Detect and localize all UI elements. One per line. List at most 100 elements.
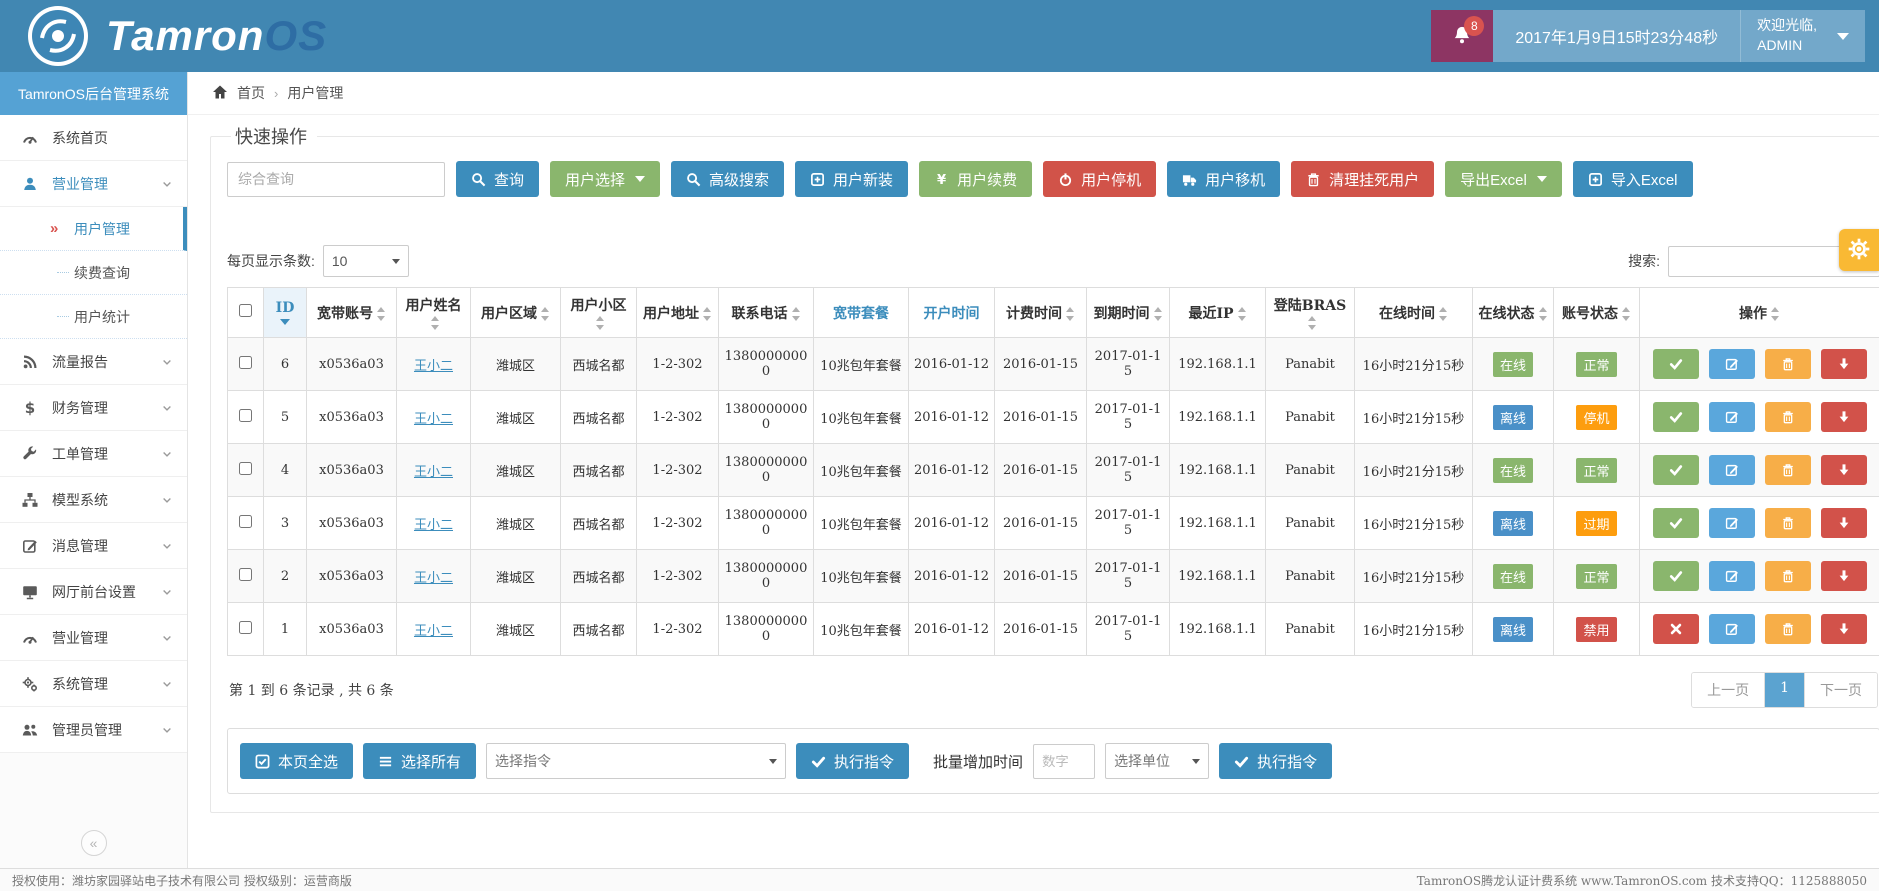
quick-button-导入Excel[interactable]: 导入Excel	[1573, 161, 1693, 197]
sidebar-subitem-用户统计[interactable]: 用户统计	[0, 295, 187, 339]
column-header-操作[interactable]: 操作	[1640, 288, 1879, 338]
column-header-在线时间[interactable]: 在线时间	[1355, 288, 1473, 338]
column-header-最近IP[interactable]: 最近IP	[1170, 288, 1266, 338]
sidebar-collapse-button[interactable]: «	[81, 830, 107, 856]
column-header-ID[interactable]: ID	[264, 288, 307, 338]
select-all-button[interactable]: 选择所有	[363, 743, 476, 779]
row-checkbox[interactable]	[239, 462, 252, 475]
enable-user-button[interactable]	[1653, 508, 1699, 538]
sidebar-subitem-label: 用户管理	[74, 219, 130, 239]
select-page-button[interactable]: 本页全选	[240, 743, 353, 779]
column-header-在线状态[interactable]: 在线状态	[1473, 288, 1554, 338]
next-page-button[interactable]: 下一页	[1805, 673, 1877, 707]
sort-icon	[1538, 307, 1548, 321]
column-header-联系电话[interactable]: 联系电话	[719, 288, 814, 338]
edit-user-button[interactable]	[1709, 561, 1755, 591]
column-header-登陆BRAS[interactable]: 登陆BRAS	[1266, 288, 1355, 338]
edit-user-button[interactable]	[1709, 349, 1755, 379]
column-header-宽带账号[interactable]: 宽带账号	[307, 288, 397, 338]
column-header-宽带套餐[interactable]: 宽带套餐	[814, 288, 909, 338]
combined-query-input[interactable]	[227, 162, 445, 197]
download-user-button[interactable]	[1821, 402, 1867, 432]
sidebar-item-系统首页[interactable]: 系统首页	[0, 115, 187, 161]
quick-button-高级搜索[interactable]: 高级搜索	[671, 161, 784, 197]
sidebar-item-营业管理[interactable]: 营业管理	[0, 161, 187, 207]
sidebar-subitem-续费查询[interactable]: 续费查询	[0, 251, 187, 295]
per-page-select[interactable]: 10	[323, 245, 409, 277]
select-all-checkbox[interactable]	[239, 304, 252, 317]
row-checkbox[interactable]	[239, 409, 252, 422]
user-menu[interactable]: 欢迎光临, ADMIN	[1741, 10, 1865, 62]
sidebar-item-系统管理[interactable]: 系统管理	[0, 661, 187, 707]
edit-user-button[interactable]	[1709, 455, 1755, 485]
sidebar-item-消息管理[interactable]: 消息管理	[0, 523, 187, 569]
sidebar-item-网厅前台设置[interactable]: 网厅前台设置	[0, 569, 187, 615]
enable-user-button[interactable]	[1653, 402, 1699, 432]
user-name-link[interactable]: 王小二	[414, 624, 453, 639]
enable-user-button[interactable]	[1653, 455, 1699, 485]
delete-user-button[interactable]	[1765, 508, 1811, 538]
delete-user-button[interactable]	[1765, 614, 1811, 644]
user-name-link[interactable]: 王小二	[414, 359, 453, 374]
quick-button-用户选择[interactable]: 用户选择	[550, 161, 660, 197]
delete-user-button[interactable]	[1765, 561, 1811, 591]
enable-user-button[interactable]	[1653, 561, 1699, 591]
sidebar-subitem-用户管理[interactable]: »用户管理	[0, 207, 187, 251]
sidebar-item-管理员管理[interactable]: 管理员管理	[0, 707, 187, 753]
unit-select[interactable]: 选择单位	[1105, 743, 1209, 779]
sidebar-item-工单管理[interactable]: 工单管理	[0, 431, 187, 477]
quick-button-导出Excel[interactable]: 导出Excel	[1445, 161, 1562, 197]
user-name-link[interactable]: 王小二	[414, 465, 453, 480]
execute-command-button[interactable]: 执行指令	[796, 743, 909, 779]
download-user-button[interactable]	[1821, 508, 1867, 538]
download-user-button[interactable]	[1821, 349, 1867, 379]
row-checkbox[interactable]	[239, 515, 252, 528]
notifications-button[interactable]: 8	[1431, 10, 1493, 62]
edit-user-button[interactable]	[1709, 402, 1755, 432]
column-header-用户地址[interactable]: 用户地址	[637, 288, 719, 338]
delete-user-button[interactable]	[1765, 455, 1811, 485]
column-header-用户姓名[interactable]: 用户姓名	[397, 288, 471, 338]
row-checkbox[interactable]	[239, 356, 252, 369]
sidebar-item-营业管理[interactable]: 营业管理	[0, 615, 187, 661]
command-select[interactable]: 选择指令	[486, 743, 786, 779]
column-header-到期时间[interactable]: 到期时间	[1087, 288, 1170, 338]
sidebar-item-流量报告[interactable]: 流量报告	[0, 339, 187, 385]
user-name-link[interactable]: 王小二	[414, 518, 453, 533]
page-1-button[interactable]: 1	[1765, 673, 1805, 707]
user-name-link[interactable]: 王小二	[414, 571, 453, 586]
download-user-button[interactable]	[1821, 614, 1867, 644]
quick-button-用户续费[interactable]: ¥用户续费	[919, 161, 1032, 197]
download-user-button[interactable]	[1821, 561, 1867, 591]
prev-page-button[interactable]: 上一页	[1692, 673, 1765, 707]
enable-user-button[interactable]	[1653, 349, 1699, 379]
delete-user-button[interactable]	[1765, 349, 1811, 379]
row-checkbox[interactable]	[239, 621, 252, 634]
column-header-账号状态[interactable]: 账号状态	[1554, 288, 1640, 338]
column-header-用户小区[interactable]: 用户小区	[561, 288, 637, 338]
quick-button-用户新装[interactable]: 用户新装	[795, 161, 908, 197]
breadcrumb-home[interactable]: 首页	[237, 83, 265, 103]
row-checkbox[interactable]	[239, 568, 252, 581]
column-header-计费时间[interactable]: 计费时间	[995, 288, 1087, 338]
user-name-link[interactable]: 王小二	[414, 412, 453, 427]
column-header-开户时间[interactable]: 开户时间	[909, 288, 995, 338]
sidebar-item-财务管理[interactable]: $财务管理	[0, 385, 187, 431]
breadcrumb-separator: ›	[274, 86, 278, 101]
delete-user-button[interactable]	[1765, 402, 1811, 432]
sidebar-item-模型系统[interactable]: 模型系统	[0, 477, 187, 523]
disable-user-button[interactable]	[1653, 614, 1699, 644]
execute-time-button[interactable]: 执行指令	[1219, 743, 1332, 779]
chevron-down-icon	[161, 632, 173, 644]
column-header-用户区域[interactable]: 用户区域	[471, 288, 561, 338]
account-status-badge: 正常	[1576, 352, 1616, 377]
settings-gear-button[interactable]	[1839, 229, 1879, 271]
edit-user-button[interactable]	[1709, 614, 1755, 644]
quick-button-查询[interactable]: 查询	[456, 161, 539, 197]
quick-button-清理挂死用户[interactable]: 清理挂死用户	[1291, 161, 1434, 197]
batch-number-input[interactable]	[1033, 744, 1095, 779]
download-user-button[interactable]	[1821, 455, 1867, 485]
quick-button-用户移机[interactable]: 用户移机	[1167, 161, 1280, 197]
edit-user-button[interactable]	[1709, 508, 1755, 538]
quick-button-用户停机[interactable]: 用户停机	[1043, 161, 1156, 197]
